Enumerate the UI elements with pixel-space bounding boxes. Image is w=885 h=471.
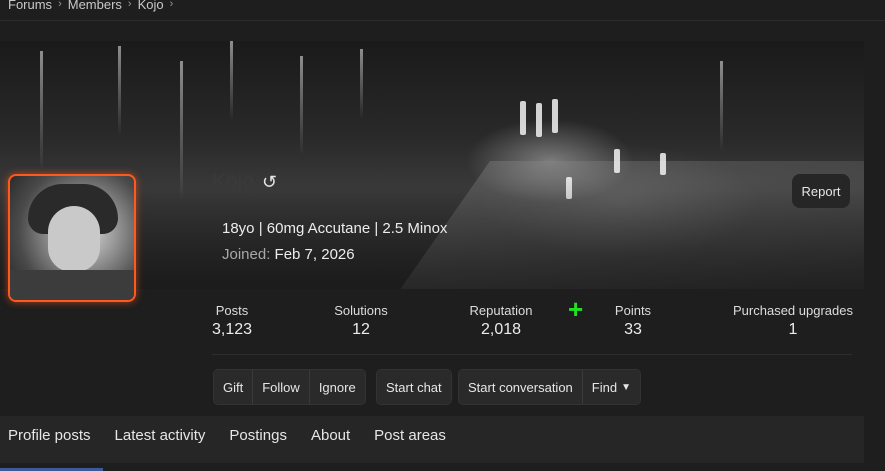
breadcrumb: Forums › Members › Kojo › [8,0,173,14]
banner-light [660,153,666,175]
breadcrumb-forums[interactable]: Forums [8,0,52,12]
chat-actions-group: Start chat [376,369,452,405]
divider [0,20,885,21]
find-button[interactable]: Find ▼ [582,370,640,404]
banner-streak [118,46,121,136]
tab-latest-activity[interactable]: Latest activity [103,416,218,463]
joined-label: Joined: [222,246,271,263]
stat-reputation[interactable]: Reputation 2,018 [464,303,538,339]
stat-label: Solutions [334,303,388,318]
stat-label: Purchased upgrades [733,303,853,318]
tab-about[interactable]: About [299,416,362,463]
user-actions-group: Gift Follow Ignore [213,369,366,405]
user-tagline: 18yo | 60mg Accutane | 2.5 Minox [222,220,448,237]
banner-streak [720,61,723,151]
history-icon[interactable]: ↺ [262,172,277,193]
banner-streak [230,41,233,121]
banner-streak [360,49,363,119]
gift-button[interactable]: Gift [214,370,254,404]
avatar[interactable] [8,174,136,302]
reputation-plus-icon[interactable]: + [568,294,583,325]
joined-value: Feb 7, 2026 [274,246,355,263]
chevron-right-icon: › [58,0,62,10]
conversation-actions-group: Start conversation Find ▼ [458,369,641,405]
joined-date: Joined: Feb 7, 2026 [222,246,355,263]
stat-solutions[interactable]: Solutions 12 [328,303,394,339]
stat-label: Points [614,303,652,318]
profile-tabs: Profile posts Latest activity Postings A… [0,416,864,471]
breadcrumb-members[interactable]: Members [68,0,122,12]
start-chat-button[interactable]: Start chat [377,370,451,404]
stat-label: Posts [215,303,249,318]
divider [212,354,852,355]
banner-light [552,99,558,133]
banner-light [520,101,526,135]
username-text: Kojo [212,170,255,193]
stat-value: 33 [624,321,642,338]
stat-points[interactable]: Points 33 [612,303,654,339]
chevron-right-icon: › [127,0,132,10]
avatar-coat [10,270,134,300]
stat-value: 1 [788,321,798,338]
stat-value: 3,123 [212,321,253,338]
stat-value: 12 [352,321,370,338]
start-conversation-button[interactable]: Start conversation [459,370,583,404]
stat-posts[interactable]: Posts 3,123 [212,303,252,339]
avatar-face [48,206,100,272]
tab-profile-posts[interactable]: Profile posts [0,416,103,471]
stats-row: Posts 3,123 Solutions 12 Reputation 2,01… [212,303,853,343]
find-label: Find [591,379,618,395]
stat-label: Reputation [469,303,533,318]
stat-purchased-upgrades[interactable]: Purchased upgrades 1 [730,303,856,339]
banner-streak [40,51,43,171]
follow-button[interactable]: Follow [253,370,310,404]
ignore-button[interactable]: Ignore [309,370,365,404]
tab-postings[interactable]: Postings [217,416,299,463]
breadcrumb-user[interactable]: Kojo [138,0,164,12]
tab-post-areas[interactable]: Post areas [362,416,458,463]
caret-down-icon: ▼ [621,381,631,393]
report-button[interactable]: Report [792,174,850,208]
banner-light [536,103,542,137]
banner-streak [300,56,303,156]
profile-username: Kojo ↺ [212,170,277,194]
banner-light [614,149,620,173]
stat-value: 2,018 [480,321,522,338]
chevron-right-icon: › [169,0,174,10]
